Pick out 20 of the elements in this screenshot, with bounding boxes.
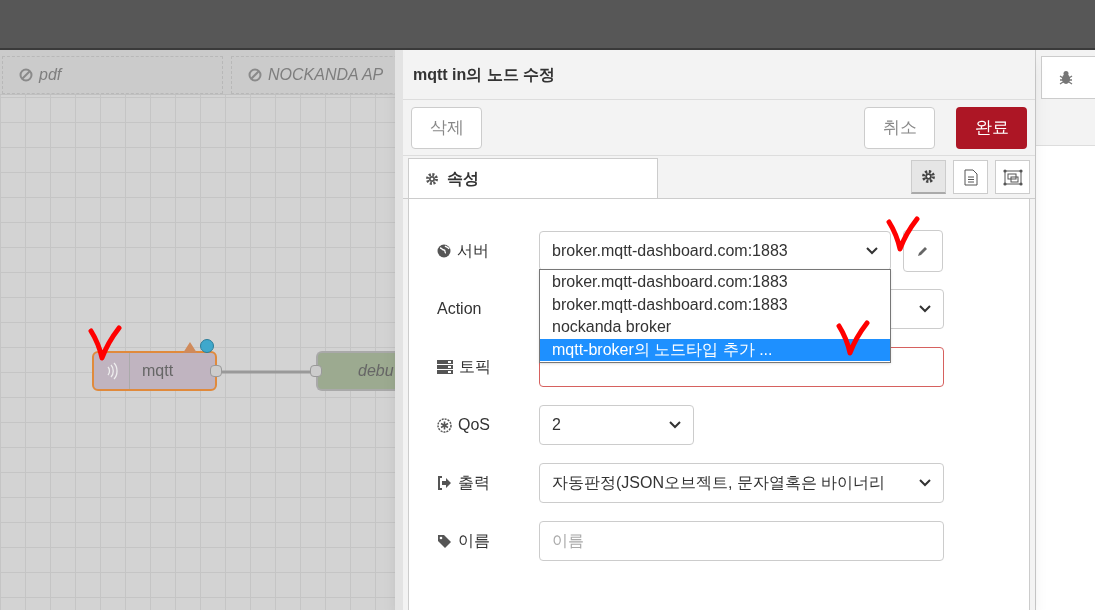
select-field[interactable]: broker.mqtt-dashboard.com:1883 (539, 231, 891, 271)
node-label: debu (357, 361, 394, 381)
dropdown-option[interactable]: broker.mqtt-dashboard.com:1883 (540, 271, 890, 294)
field-label: Action (437, 299, 482, 319)
editor-title: mqtt in의 노드 수정 (413, 64, 556, 85)
input-field[interactable]: 이름 (539, 521, 944, 561)
action-button[interactable]: 삭제 (411, 106, 482, 149)
field-label: 이름 (458, 531, 490, 551)
select-field[interactable]: 자동판정(JSON오브젝트, 문자열혹은 바이너리 (539, 463, 944, 503)
field-label: QoS (458, 415, 490, 435)
dropdown-option[interactable]: broker.mqtt-dashboard.com:1883 (540, 293, 890, 316)
properties-tab[interactable]: 속성 (408, 158, 658, 198)
done-button[interactable]: 완료 (956, 106, 1027, 149)
dropdown-option[interactable]: nockanda broker (540, 316, 890, 339)
field-label: 서버 (457, 241, 489, 261)
field-label: 토픽 (459, 357, 491, 377)
field-label: 출력 (458, 473, 490, 493)
action-button[interactable]: 취소 (864, 106, 935, 149)
select-field[interactable]: 2 (539, 405, 694, 445)
node-label: mqtt (141, 361, 174, 381)
